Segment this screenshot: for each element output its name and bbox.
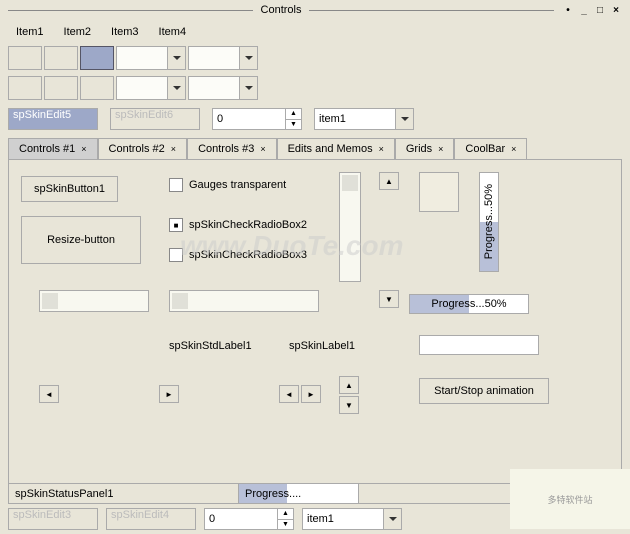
chevron-down-icon[interactable] <box>383 509 401 529</box>
window-title: Controls <box>253 4 310 16</box>
tab-close-icon[interactable]: × <box>511 144 516 154</box>
checkbox-icon[interactable] <box>169 218 183 232</box>
toolbar-combo[interactable] <box>116 76 186 100</box>
chevron-down-icon[interactable] <box>167 47 185 69</box>
item-combo[interactable]: item1 <box>302 508 402 530</box>
toolbar-row-2 <box>0 74 630 102</box>
radio2-checkbox[interactable]: spSkinCheckRadioBox2 <box>169 218 307 232</box>
resize-button[interactable]: Resize-button <box>21 216 141 264</box>
skin-edit6-input: spSkinEdit6 <box>110 108 200 130</box>
titlebar: Controls • _ □ × <box>0 0 630 20</box>
tab-close-icon[interactable]: × <box>379 144 384 154</box>
skin-edit4-input: spSkinEdit4 <box>106 508 196 530</box>
roll-icon[interactable]: • <box>562 4 574 16</box>
arrow-left-button[interactable]: ◄ <box>279 385 299 403</box>
tab-controls1[interactable]: Controls #1× <box>8 138 98 159</box>
chevron-down-icon[interactable] <box>167 77 185 99</box>
spinner-value[interactable]: 0 <box>205 509 277 529</box>
spinner-down-icon[interactable]: ▼ <box>285 120 301 130</box>
checkbox-label: Gauges transparent <box>189 179 286 191</box>
arrow-right-button[interactable]: ► <box>159 385 179 403</box>
text-field[interactable] <box>419 335 539 355</box>
checkbox-icon[interactable] <box>169 248 183 262</box>
toolbar-combo[interactable] <box>188 76 258 100</box>
spinner-input[interactable]: 0 ▲▼ <box>204 508 294 530</box>
arrow-left-button[interactable]: ◄ <box>39 385 59 403</box>
status-bar: spSkinStatusPanel1 Progress.... <box>8 484 622 504</box>
status-empty <box>359 484 621 503</box>
std-label: spSkinStdLabel1 <box>169 340 252 352</box>
skin-label: spSkinLabel1 <box>289 340 355 352</box>
start-stop-button[interactable]: Start/Stop animation <box>419 378 549 404</box>
tab-edits[interactable]: Edits and Memos× <box>277 138 395 159</box>
vertical-progress: Progress...50% <box>479 172 499 272</box>
close-icon[interactable]: × <box>610 4 622 16</box>
chevron-down-icon[interactable] <box>239 77 257 99</box>
chevron-down-icon[interactable] <box>239 47 257 69</box>
spinner-up-icon[interactable]: ▲ <box>285 109 301 120</box>
arrow-up-button[interactable]: ▲ <box>339 376 359 394</box>
checkbox-label: spSkinCheckRadioBox2 <box>189 219 307 231</box>
skin-edit5-input[interactable]: spSkinEdit5 <box>8 108 98 130</box>
tab-bar: Controls #1× Controls #2× Controls #3× E… <box>0 138 630 159</box>
chevron-down-icon[interactable] <box>395 109 413 129</box>
spinner-value[interactable]: 0 <box>213 109 285 129</box>
menu-item3[interactable]: Item3 <box>103 24 147 40</box>
checkbox-label: spSkinCheckRadioBox3 <box>189 249 307 261</box>
toolbar-button[interactable] <box>8 76 42 100</box>
minimize-icon[interactable]: _ <box>578 4 590 16</box>
status-progress: Progress.... <box>239 484 359 503</box>
arrow-up-button[interactable]: ▲ <box>379 172 399 190</box>
input-row: spSkinEdit5 spSkinEdit6 0 ▲▼ item1 <box>0 104 630 134</box>
spinner-input[interactable]: 0 ▲▼ <box>212 108 302 130</box>
spinner-down-icon[interactable]: ▼ <box>277 520 293 530</box>
vertical-slider[interactable] <box>339 172 361 282</box>
horizontal-progress: Progress...50% <box>409 294 529 314</box>
arrow-down-button[interactable]: ▼ <box>379 290 399 308</box>
skin-button1[interactable]: spSkinButton1 <box>21 176 118 202</box>
tab-controls2[interactable]: Controls #2× <box>98 138 188 159</box>
combo-value: item1 <box>307 513 334 525</box>
tab-content: spSkinButton1 Resize-button Gauges trans… <box>8 159 622 484</box>
tab-close-icon[interactable]: × <box>81 144 86 154</box>
toolbar-button[interactable] <box>44 46 78 70</box>
status-panel1: spSkinStatusPanel1 <box>9 484 239 503</box>
toolbar-combo[interactable] <box>116 46 186 70</box>
arrow-right-button[interactable]: ► <box>301 385 321 403</box>
tab-close-icon[interactable]: × <box>438 144 443 154</box>
menu-item2[interactable]: Item2 <box>56 24 100 40</box>
item-combo[interactable]: item1 <box>314 108 414 130</box>
menu-item1[interactable]: Item1 <box>8 24 52 40</box>
arrow-down-button[interactable]: ▼ <box>339 396 359 414</box>
spinner-up-icon[interactable]: ▲ <box>277 509 293 520</box>
skin-edit3-input: spSkinEdit3 <box>8 508 98 530</box>
menu-bar: Item1 Item2 Item3 Item4 <box>0 20 630 44</box>
checkbox-icon[interactable] <box>169 178 183 192</box>
toolbar-button[interactable] <box>44 76 78 100</box>
toolbar-button-selected[interactable] <box>80 46 114 70</box>
tab-controls3[interactable]: Controls #3× <box>187 138 277 159</box>
maximize-icon[interactable]: □ <box>594 4 606 16</box>
horizontal-slider-2[interactable] <box>169 290 319 312</box>
bottom-row: spSkinEdit3 spSkinEdit4 0 ▲▼ item1 <box>0 504 630 534</box>
toolbar-button[interactable] <box>80 76 114 100</box>
tab-grids[interactable]: Grids× <box>395 138 455 159</box>
radio3-checkbox[interactable]: spSkinCheckRadioBox3 <box>169 248 307 262</box>
horizontal-slider-1[interactable] <box>39 290 149 312</box>
tab-close-icon[interactable]: × <box>260 144 265 154</box>
gauges-checkbox[interactable]: Gauges transparent <box>169 178 286 192</box>
static-panel <box>419 172 459 212</box>
tab-coolbar[interactable]: CoolBar× <box>454 138 527 159</box>
toolbar-row-1 <box>0 44 630 72</box>
toolbar-button[interactable] <box>8 46 42 70</box>
tab-close-icon[interactable]: × <box>171 144 176 154</box>
menu-item4[interactable]: Item4 <box>151 24 195 40</box>
toolbar-combo[interactable] <box>188 46 258 70</box>
combo-value: item1 <box>319 113 346 125</box>
